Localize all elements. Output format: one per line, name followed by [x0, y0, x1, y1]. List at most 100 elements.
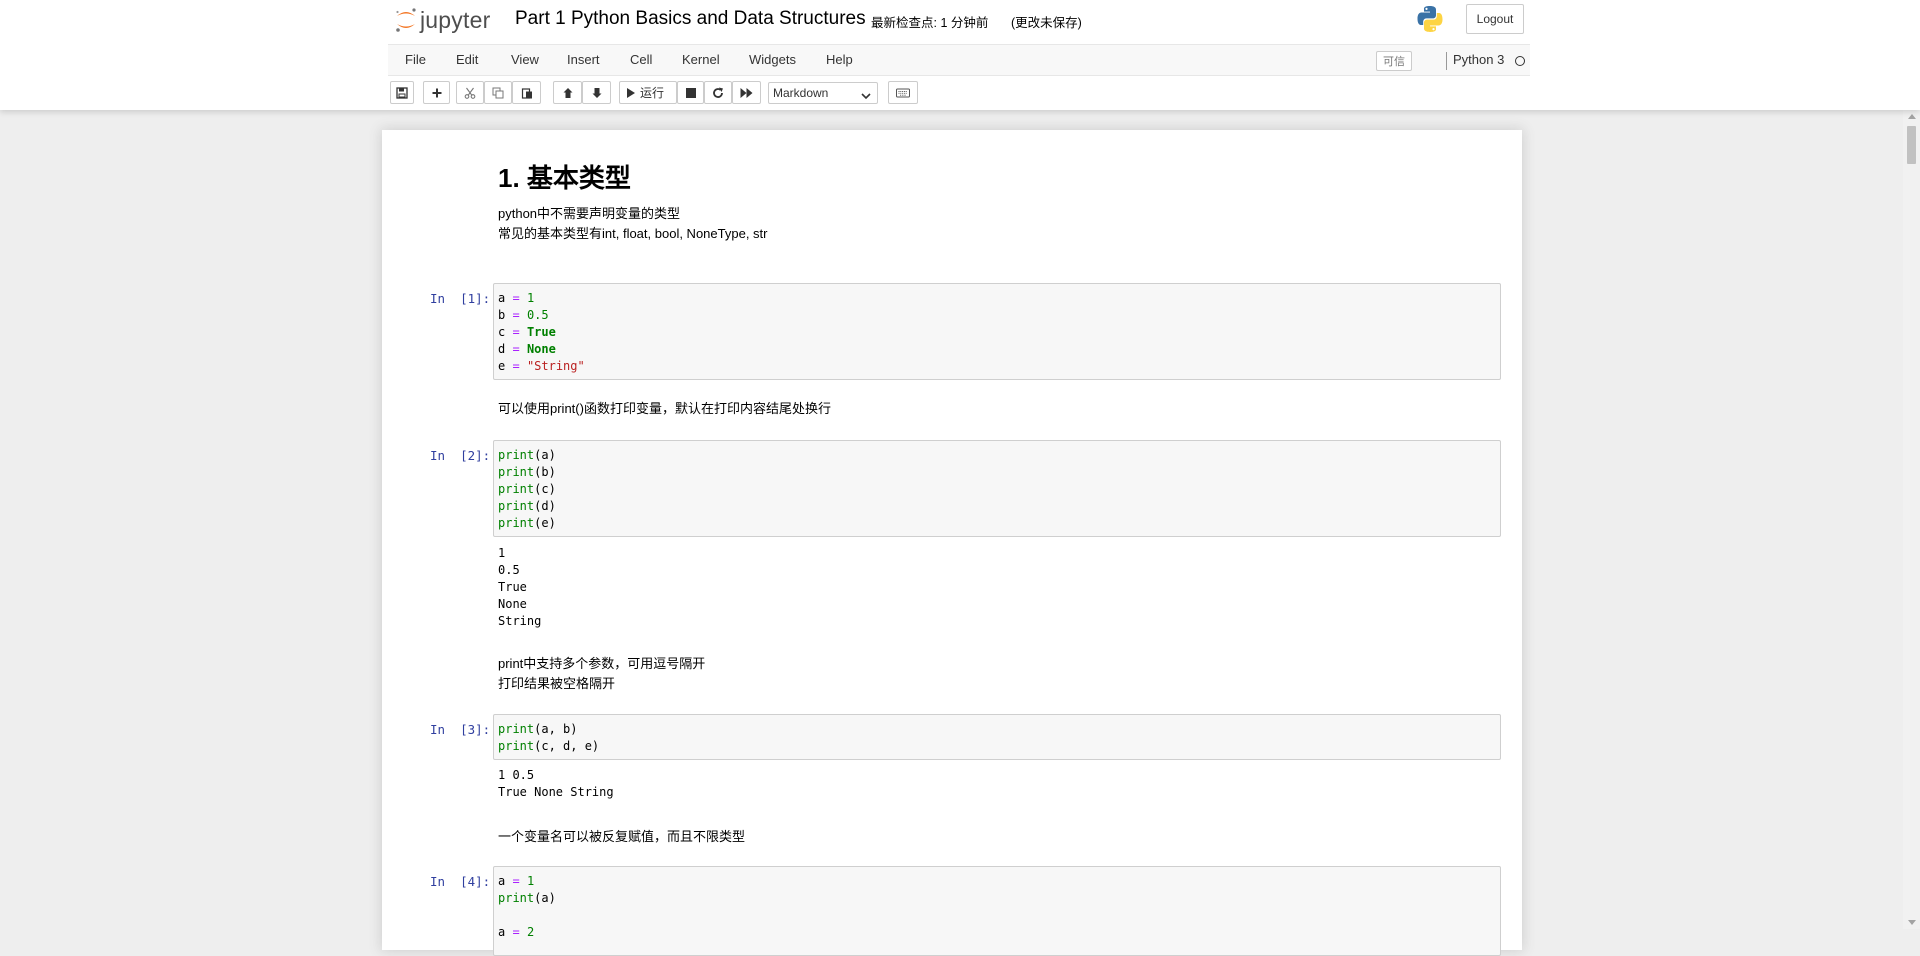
- paste-button[interactable]: [512, 81, 541, 104]
- refresh-icon: [712, 87, 724, 99]
- code-cell-input[interactable]: a = 1 b = 0.5 c = True d = None e = "Str…: [493, 283, 1501, 380]
- keyboard-icon: [896, 88, 910, 98]
- header: jupyter Part 1 Python Basics and Data St…: [0, 0, 1920, 110]
- menu-bar: File Edit View Insert Cell Kernel Widget…: [388, 44, 1530, 76]
- save-button[interactable]: [390, 81, 414, 104]
- checkpoint-status: 最新检查点: 1 分钟前: [871, 16, 989, 30]
- notebook-container: 1. 基本类型 python中不需要声明变量的类型 常见的基本类型有int, f…: [382, 130, 1522, 956]
- code-line: print(e): [498, 516, 556, 530]
- code-line: d = None: [498, 342, 556, 356]
- kernel-name[interactable]: Python 3: [1453, 52, 1504, 67]
- stop-icon: [685, 87, 696, 98]
- jupyter-logo-text: jupyter: [420, 6, 491, 33]
- code-line: a = 2: [498, 925, 535, 939]
- code-cell-input[interactable]: print(a, b) print(c, d, e): [493, 714, 1501, 760]
- kernel-divider: [1446, 52, 1447, 70]
- code-line: print(a): [498, 891, 556, 905]
- code-cell-input[interactable]: a = 1 print(a) a = 2: [493, 866, 1501, 956]
- kernel-idle-icon: [1515, 56, 1525, 66]
- cell-type-select[interactable]: Markdown: [768, 82, 878, 104]
- move-up-button[interactable]: [553, 81, 582, 104]
- code-line: print(c): [498, 482, 556, 496]
- menu-cell[interactable]: Cell: [630, 52, 652, 67]
- output-line: 0.5: [498, 563, 520, 577]
- run-button-label: 运行: [640, 86, 665, 100]
- markdown-text: python中不需要声明变量的类型: [498, 206, 681, 221]
- menu-insert[interactable]: Insert: [567, 52, 600, 67]
- restart-button[interactable]: [704, 81, 732, 104]
- markdown-text: 可以使用print()函数打印变量，默认在打印内容结尾处换行: [498, 401, 831, 416]
- markdown-text: 一个变量名可以被反复赋值，而且不限类型: [498, 829, 746, 844]
- chevron-down-icon: [861, 89, 871, 103]
- arrow-up-icon: [562, 87, 574, 99]
- insert-cell-button[interactable]: [423, 81, 450, 104]
- code-line: b = 0.5: [498, 308, 549, 322]
- restart-run-all-button[interactable]: [732, 81, 761, 104]
- jupyter-logo[interactable]: jupyter: [394, 4, 490, 36]
- menu-file[interactable]: File: [405, 52, 426, 67]
- cell-output: 1 0.5 True None String: [498, 767, 614, 801]
- markdown-cell-heading[interactable]: 1. 基本类型: [498, 162, 631, 194]
- code-line: a = 1: [498, 291, 535, 305]
- play-icon: [626, 87, 636, 99]
- input-prompt: In [4]:: [430, 874, 491, 889]
- cut-button[interactable]: [456, 81, 484, 104]
- paste-icon: [521, 87, 533, 99]
- code-line: print(b): [498, 465, 556, 479]
- copy-icon: [492, 87, 504, 99]
- logout-button[interactable]: Logout: [1466, 4, 1524, 34]
- input-prompt: In [2]:: [430, 448, 491, 463]
- notebook-site[interactable]: 1. 基本类型 python中不需要声明变量的类型 常见的基本类型有int, f…: [0, 110, 1920, 956]
- command-palette-button[interactable]: [888, 81, 918, 104]
- menu-widgets[interactable]: Widgets: [749, 52, 796, 67]
- cut-icon: [464, 87, 476, 99]
- run-button[interactable]: 运行: [619, 81, 677, 104]
- autosave-status: (更改未保存): [1011, 16, 1082, 30]
- copy-button[interactable]: [484, 81, 512, 104]
- code-line: print(d): [498, 499, 556, 513]
- menu-view[interactable]: View: [511, 52, 539, 67]
- code-line: e = "String": [498, 359, 585, 373]
- scroll-up-icon[interactable]: [1908, 114, 1916, 119]
- cell-type-value: Markdown: [773, 86, 829, 100]
- output-line: None: [498, 597, 527, 611]
- output-line: True None String: [498, 785, 614, 799]
- menu-help[interactable]: Help: [826, 52, 853, 67]
- notebook-title[interactable]: Part 1 Python Basics and Data Structures: [515, 8, 866, 30]
- page-scrollbar[interactable]: [1903, 110, 1920, 929]
- markdown-cell[interactable]: python中不需要声明变量的类型 常见的基本类型有int, float, bo…: [498, 204, 767, 244]
- output-line: String: [498, 614, 542, 628]
- code-line: a = 1: [498, 874, 535, 888]
- input-prompt: In [3]:: [430, 722, 491, 737]
- interrupt-button[interactable]: [677, 81, 704, 104]
- jupyter-logo-icon: [394, 4, 418, 36]
- menu-kernel[interactable]: Kernel: [682, 52, 720, 67]
- save-icon: [396, 86, 408, 99]
- trusted-indicator[interactable]: 可信: [1376, 51, 1412, 71]
- markdown-cell[interactable]: 可以使用print()函数打印变量，默认在打印内容结尾处换行: [498, 399, 831, 419]
- code-cell-input[interactable]: print(a) print(b) print(c) print(d) prin…: [493, 440, 1501, 537]
- output-line: 1: [498, 546, 506, 560]
- markdown-text: 常见的基本类型有int, float, bool, NoneType, str: [498, 226, 768, 241]
- python-logo-icon: [1415, 4, 1445, 34]
- output-line: 1 0.5: [498, 768, 535, 782]
- arrow-down-icon: [591, 87, 603, 99]
- heading-basic-types: 1. 基本类型: [498, 163, 631, 193]
- output-line: True: [498, 580, 527, 594]
- move-down-button[interactable]: [582, 81, 611, 104]
- toolbar: 运行 Markdown: [388, 80, 1530, 106]
- fast-forward-icon: [740, 87, 753, 99]
- scroll-down-icon[interactable]: [1908, 920, 1916, 925]
- code-line: print(c, d, e): [498, 739, 600, 753]
- markdown-text: 打印结果被空格隔开: [498, 676, 616, 691]
- scrollbar-thumb[interactable]: [1907, 126, 1916, 164]
- plus-icon: [431, 87, 443, 99]
- menu-edit[interactable]: Edit: [456, 52, 478, 67]
- top-bar: jupyter Part 1 Python Basics and Data St…: [388, 0, 1528, 44]
- cell-output: 1 0.5 True None String: [498, 545, 541, 630]
- markdown-cell[interactable]: print中支持多个参数，可用逗号隔开 打印结果被空格隔开: [498, 654, 705, 694]
- markdown-text: print中支持多个参数，可用逗号隔开: [498, 656, 706, 671]
- input-prompt: In [1]:: [430, 291, 491, 306]
- markdown-cell[interactable]: 一个变量名可以被反复赋值，而且不限类型: [498, 827, 745, 847]
